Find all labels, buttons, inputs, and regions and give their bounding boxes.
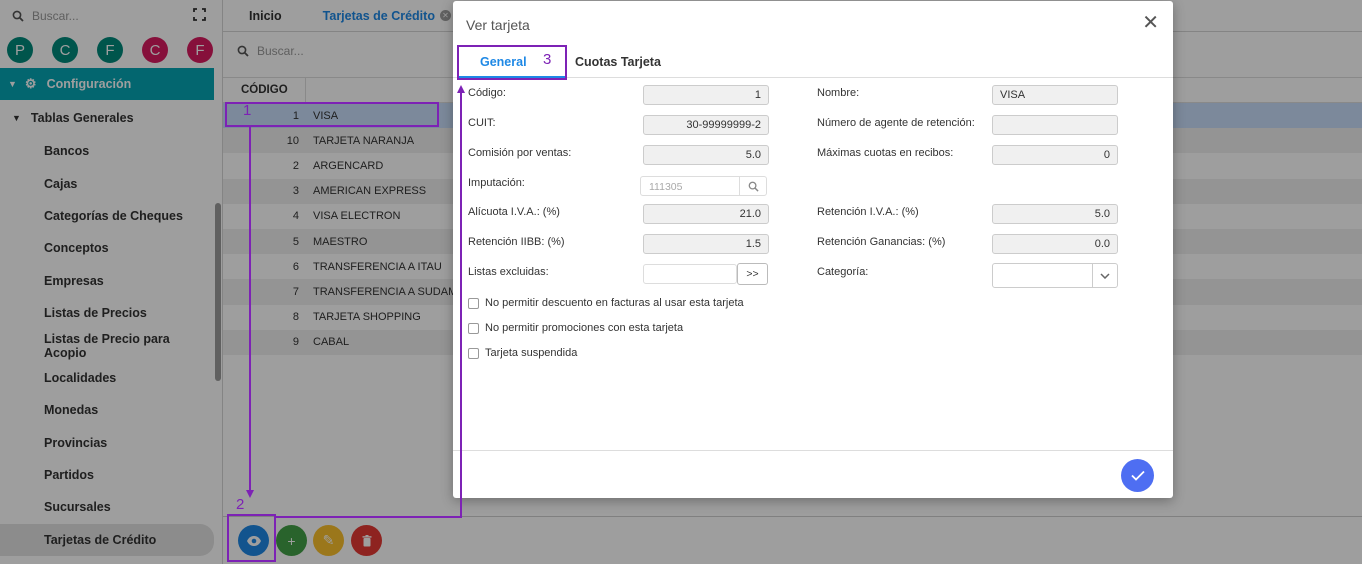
maximas-cuotas-field[interactable]: 0 <box>992 145 1118 165</box>
imputacion-label: Imputación: <box>468 177 525 189</box>
cuit-field[interactable]: 30-99999999-2 <box>643 115 769 135</box>
annotation-box-1 <box>225 102 439 127</box>
listas-excluidas-field[interactable] <box>643 264 737 284</box>
nombre-label: Nombre: <box>817 87 860 99</box>
listas-excluidas-label: Listas excluidas: <box>468 266 549 278</box>
checkbox-label: Tarjeta suspendida <box>485 347 578 359</box>
retencion-ganancias-label: Retención Ganancias: (%) <box>817 236 946 248</box>
alicuota-field[interactable]: 21.0 <box>643 204 769 224</box>
annotation-number-3: 3 <box>543 51 552 68</box>
chevron-down-icon <box>1092 264 1117 287</box>
listas-excluidas-button[interactable]: >> <box>737 263 768 285</box>
close-icon[interactable]: ✕ <box>1142 13 1159 33</box>
search-icon <box>748 181 759 192</box>
annotation-number-1: 1 <box>243 102 252 119</box>
checkbox-box[interactable] <box>468 347 479 359</box>
imputacion-search-button[interactable] <box>739 177 766 195</box>
comision-label: Comisión por ventas: <box>468 147 572 159</box>
confirm-button[interactable] <box>1121 459 1154 492</box>
checkbox-box[interactable] <box>468 322 479 334</box>
nombre-field[interactable]: VISA <box>992 85 1118 105</box>
retencion-iibb-field[interactable]: 1.5 <box>643 234 769 254</box>
retencion-iva-label: Retención I.V.A.: (%) <box>817 206 919 218</box>
checkbox-label: No permitir descuento en facturas al usa… <box>485 297 744 309</box>
alicuota-label: Alícuota I.V.A.: (%) <box>468 206 560 218</box>
maximas-cuotas-label: Máximas cuotas en recibos: <box>817 147 954 159</box>
comision-field[interactable]: 5.0 <box>643 145 769 165</box>
check-icon <box>1130 470 1145 481</box>
codigo-field[interactable]: 1 <box>643 85 769 105</box>
categoria-select[interactable] <box>992 263 1118 288</box>
annotation-box-2 <box>227 514 276 562</box>
cuit-label: CUIT: <box>468 117 496 129</box>
imputacion-value: 111305 <box>649 181 683 193</box>
agente-retencion-label: Número de agente de retención: <box>817 117 975 129</box>
retencion-ganancias-field[interactable]: 0.0 <box>992 234 1118 254</box>
checkbox-no-promociones[interactable]: No permitir promociones con esta tarjeta <box>468 322 683 334</box>
agente-retencion-field[interactable] <box>992 115 1118 135</box>
dialog-title: Ver tarjeta <box>466 17 530 33</box>
checkbox-no-descuento[interactable]: No permitir descuento en facturas al usa… <box>468 297 744 309</box>
annotation-number-2: 2 <box>236 496 245 513</box>
checkbox-label: No permitir promociones con esta tarjeta <box>485 322 684 334</box>
codigo-label: Código: <box>468 87 506 99</box>
checkbox-box[interactable] <box>468 297 479 309</box>
checkbox-tarjeta-suspendida[interactable]: Tarjeta suspendida <box>468 347 577 359</box>
imputacion-field[interactable]: 111305 <box>640 176 767 196</box>
tab-cuotas-tarjeta[interactable]: Cuotas Tarjeta <box>575 55 661 69</box>
retencion-iibb-label: Retención IIBB: (%) <box>468 236 565 248</box>
dialog-footer-divider <box>453 450 1173 451</box>
retencion-iva-field[interactable]: 5.0 <box>992 204 1118 224</box>
categoria-label: Categoría: <box>817 266 869 278</box>
